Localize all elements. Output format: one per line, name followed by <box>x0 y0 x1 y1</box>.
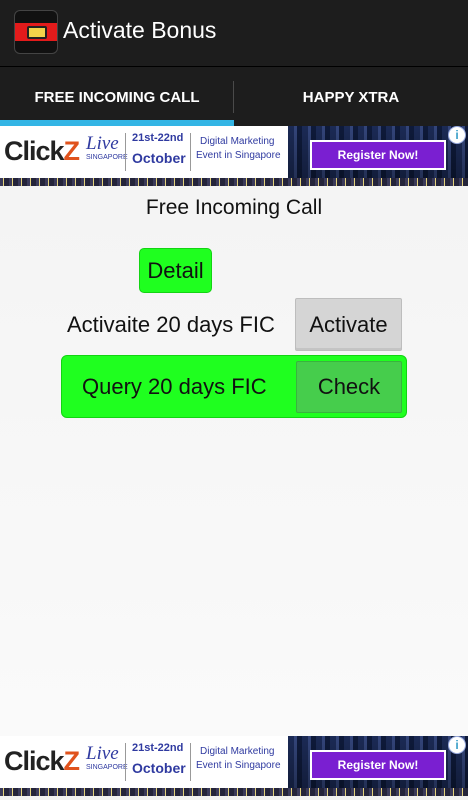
ad-separator <box>190 133 191 171</box>
ad-desc-line2: Event in Singapore <box>196 150 281 161</box>
ad-brand-z: Z <box>63 746 80 776</box>
ad-separator <box>125 133 126 171</box>
ad-location: SINGAPORE <box>86 764 128 771</box>
detail-button[interactable]: Detail <box>139 248 212 293</box>
app-bar: Activate Bonus <box>0 0 468 66</box>
ad-location: SINGAPORE <box>86 154 128 161</box>
ad-desc-line1: Digital Marketing <box>200 136 275 147</box>
ad-dates: 21st-22nd <box>132 742 184 754</box>
section-title: Free Incoming Call <box>145 196 323 219</box>
ad-info-icon[interactable]: i <box>448 736 466 754</box>
query-label: Query 20 days FIC <box>82 374 267 399</box>
ad-brand-live: Live <box>86 743 119 764</box>
tab-bar: FREE INCOMING CALL HAPPY XTRA <box>0 66 468 126</box>
ad-brand-live: Live <box>86 133 119 154</box>
ad-month: October <box>132 150 186 166</box>
ad-separator <box>190 743 191 781</box>
ad-brand-prefix: Click <box>4 746 65 776</box>
ad-brand-logo: ClickZ <box>4 136 80 167</box>
ad-brand-prefix: Click <box>4 136 65 166</box>
app-title: Activate Bonus <box>63 17 217 43</box>
ad-register-button[interactable]: Register Now! <box>310 140 446 170</box>
ad-brand-logo: ClickZ <box>4 746 80 777</box>
check-button[interactable]: Check <box>296 361 402 413</box>
ad-dates: 21st-22nd <box>132 132 184 144</box>
tab-free-incoming-call[interactable]: FREE INCOMING CALL <box>0 67 234 127</box>
ad-month: October <box>132 760 186 776</box>
main-content <box>0 186 468 736</box>
ad-skyline-strip <box>0 178 468 186</box>
app-sim-icon[interactable] <box>14 10 58 54</box>
ad-desc-line2: Event in Singapore <box>196 760 281 771</box>
activate-label: Activaite 20 days FIC <box>67 312 275 337</box>
ad-skyline-strip <box>0 788 468 796</box>
ad-separator <box>125 743 126 781</box>
ad-brand-z: Z <box>63 136 80 166</box>
ad-banner-top[interactable]: ClickZ Live SINGAPORE 21st-22nd October … <box>0 126 468 186</box>
ad-register-button[interactable]: Register Now! <box>310 750 446 780</box>
sim-card-icon <box>27 26 47 39</box>
tab-happy-xtra[interactable]: HAPPY XTRA <box>234 67 468 127</box>
ad-banner-bottom[interactable]: ClickZ Live SINGAPORE 21st-22nd October … <box>0 736 468 796</box>
activate-button[interactable]: Activate <box>295 298 402 351</box>
ad-info-icon[interactable]: i <box>448 126 466 144</box>
ad-desc-line1: Digital Marketing <box>200 746 275 757</box>
